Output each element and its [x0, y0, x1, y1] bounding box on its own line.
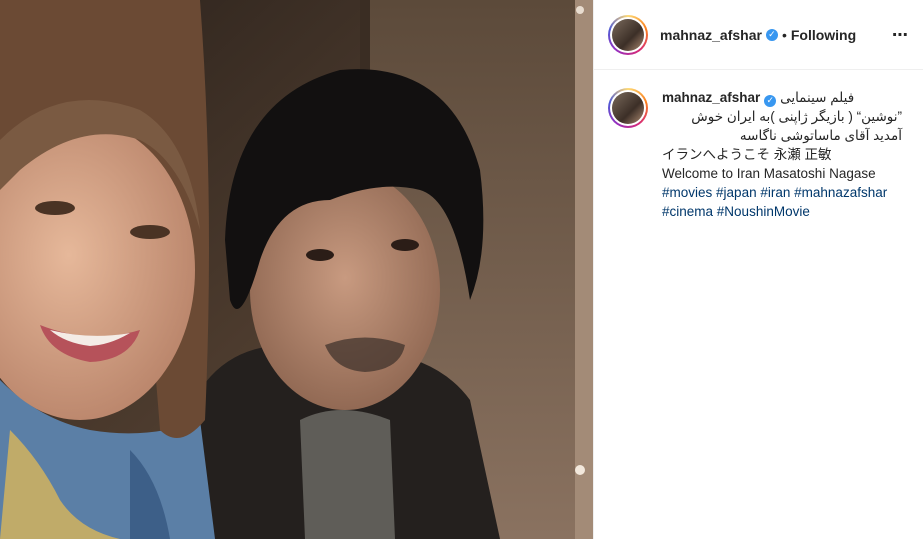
- hashtag-link[interactable]: #iran: [760, 185, 790, 200]
- separator-dot: •: [781, 26, 787, 43]
- caption-username[interactable]: mahnaz_afshar: [662, 90, 760, 105]
- hashtag-link[interactable]: #japan: [716, 185, 757, 200]
- verified-badge-icon: ✓: [765, 28, 778, 41]
- hashtag-link[interactable]: #cinema: [662, 204, 713, 219]
- caption-text-line: イランへようこそ 永瀬 正敏: [662, 147, 832, 162]
- avatar: [612, 18, 644, 51]
- avatar: [612, 92, 644, 124]
- verified-badge-icon: ✓: [764, 94, 777, 107]
- caption-avatar-story-ring[interactable]: [608, 88, 648, 128]
- post-details-panel: mahnaz_afshar ✓ • Following ⋯ mahnaz_afs…: [593, 0, 923, 539]
- hashtag-link[interactable]: #mahnazafshar: [794, 185, 887, 200]
- more-options-icon[interactable]: ⋯: [892, 25, 909, 45]
- hashtag-link[interactable]: #NoushinMovie: [717, 204, 810, 219]
- caption-text-line: ”نوشین“ ( بازیگر ژاپنی )به ایران خوش: [691, 109, 902, 124]
- hashtag-row: #movies #japan #iran #mahnazafshar: [662, 183, 902, 202]
- caption-text-line: آمدید آقای ماساتوشی ناگاسه: [739, 128, 902, 143]
- hashtag-link[interactable]: #movies: [662, 185, 712, 200]
- following-button[interactable]: Following: [791, 27, 856, 43]
- caption: mahnaz_afshar ✓ فیلم سینمایی ”نوشین“ ( با…: [594, 70, 923, 221]
- caption-text-line: Welcome to Iran Masatoshi Nagase: [662, 166, 876, 181]
- post-header: mahnaz_afshar ✓ • Following ⋯: [594, 0, 923, 70]
- caption-body: mahnaz_afshar ✓ فیلم سینمایی ”نوشین“ ( با…: [662, 88, 902, 221]
- author-username[interactable]: mahnaz_afshar: [660, 27, 762, 43]
- post-photo[interactable]: [0, 0, 593, 539]
- caption-text-line: فیلم سینمایی: [780, 90, 855, 105]
- author-avatar-story-ring[interactable]: [608, 14, 648, 55]
- hashtag-row: #cinema #NoushinMovie: [662, 202, 902, 221]
- post-photo-illustration: [0, 0, 593, 539]
